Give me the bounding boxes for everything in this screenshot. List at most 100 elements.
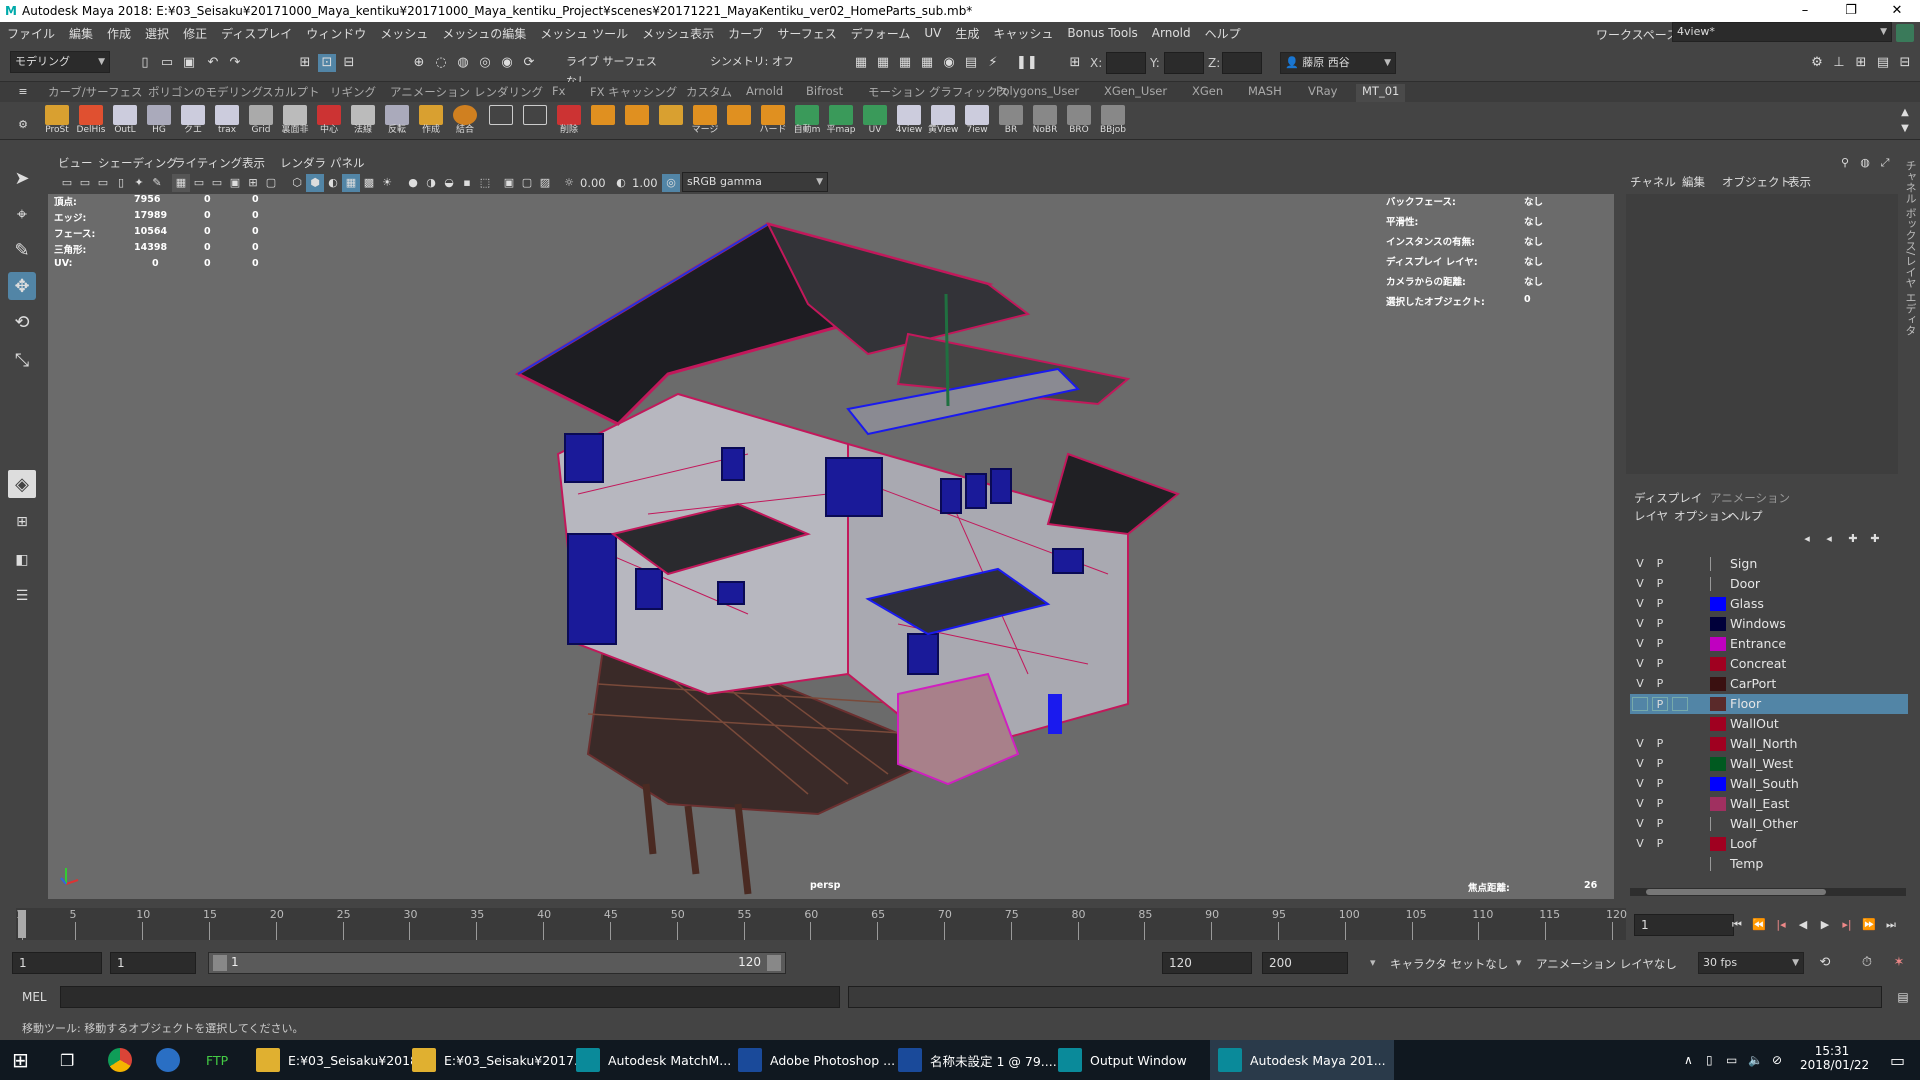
- attribute-editor-icon[interactable]: ⊥: [1830, 54, 1848, 72]
- render-sequence-icon[interactable]: ▦: [874, 54, 892, 72]
- select-component-icon[interactable]: ⊟: [340, 54, 358, 72]
- save-scene-icon[interactable]: ▣: [180, 54, 198, 72]
- visibility-toggle[interactable]: [1632, 857, 1648, 871]
- display-type-toggle[interactable]: [1672, 797, 1688, 811]
- y-field[interactable]: [1164, 52, 1204, 74]
- side-tabs[interactable]: チャネル ボックス/レイヤ エディタ: [1898, 160, 1918, 620]
- undo-icon[interactable]: ↶: [204, 54, 222, 72]
- playback-toggle[interactable]: [1652, 857, 1668, 871]
- start-time-field[interactable]: 1: [12, 952, 102, 974]
- outliner-layout-icon[interactable]: ☰: [8, 582, 36, 610]
- xray-components-icon[interactable]: ▨: [536, 174, 554, 192]
- menu-edit-mesh[interactable]: メッシュの編集: [435, 25, 533, 42]
- tab-mt-01[interactable]: MT_01: [1356, 84, 1406, 102]
- tab-fx-caching[interactable]: FX キャッシング: [590, 84, 677, 102]
- rotate-tool-icon[interactable]: ⟲: [8, 308, 36, 336]
- tab-xgen[interactable]: XGen: [1192, 84, 1223, 102]
- shelf-button-cut[interactable]: [656, 105, 686, 139]
- new-scene-icon[interactable]: ▯: [136, 54, 154, 72]
- tab-animation[interactable]: アニメーション: [390, 84, 470, 102]
- layer-menu-layers[interactable]: レイヤ: [1634, 508, 1668, 524]
- visibility-toggle[interactable]: V: [1632, 557, 1648, 571]
- visibility-toggle[interactable]: V: [1632, 837, 1648, 851]
- shelf-button-grid[interactable]: Grid: [246, 105, 276, 139]
- shelf-button-hand[interactable]: [724, 105, 754, 139]
- layer-menu-help[interactable]: ヘルプ: [1728, 508, 1763, 524]
- four-view-layout-icon[interactable]: ⊞: [8, 508, 36, 536]
- shelf-button-combine[interactable]: 結合: [450, 105, 480, 139]
- menu-create[interactable]: 作成: [100, 25, 138, 42]
- shelf-button-trax[interactable]: trax: [212, 105, 242, 139]
- layer-tab-display[interactable]: ディスプレイ: [1634, 490, 1702, 506]
- go-to-start-icon[interactable]: ⏮: [1728, 916, 1746, 934]
- menu-arnold[interactable]: Arnold: [1145, 26, 1198, 40]
- bookmark-icon[interactable]: ▭: [94, 174, 112, 192]
- shelf-button-backface[interactable]: 裏面非: [280, 105, 310, 139]
- menu-mesh[interactable]: メッシュ: [373, 25, 435, 42]
- display-type-toggle[interactable]: [1672, 857, 1688, 871]
- channel-box-area[interactable]: [1626, 194, 1898, 474]
- step-forward-frame-icon[interactable]: ▸|: [1838, 916, 1856, 934]
- shelf-button-br[interactable]: BR: [996, 105, 1026, 139]
- shelf-button-prost[interactable]: ProSt: [42, 105, 72, 139]
- shelf-button-bro[interactable]: BRO: [1064, 105, 1094, 139]
- script-editor-icon[interactable]: ▤: [1894, 988, 1912, 1006]
- play-backward-icon[interactable]: ◀: [1794, 916, 1812, 934]
- tab-poly-modeling[interactable]: ポリゴンのモデリング: [148, 84, 263, 102]
- wireframe-on-shaded-icon[interactable]: ▦: [342, 174, 360, 192]
- display-type-toggle[interactable]: [1672, 657, 1688, 671]
- shelf-button-extrude[interactable]: [588, 105, 618, 139]
- step-back-frame-icon[interactable]: |◂: [1772, 916, 1790, 934]
- shelf-scroll-down-icon[interactable]: ▼: [1896, 120, 1914, 138]
- taskbar-photoshop[interactable]: Adobe Photoshop ...: [738, 1040, 895, 1080]
- tab-arnold[interactable]: Arnold: [746, 84, 783, 102]
- shelf-button-split-a[interactable]: [486, 105, 516, 139]
- fps-dropdown[interactable]: 30 fps ▼: [1698, 952, 1804, 974]
- shelf-button-4view[interactable]: 4view: [894, 105, 924, 139]
- tray-tablet-icon[interactable]: ▯: [1706, 1040, 1713, 1080]
- time-slider[interactable]: 1510152025303540455055606570758085909510…: [0, 904, 1920, 946]
- list-item[interactable]: V P Glass: [1630, 594, 1908, 614]
- grid-toggle-icon[interactable]: ▦: [172, 174, 190, 192]
- lights-icon[interactable]: ☀: [378, 174, 396, 192]
- layer-color-swatch[interactable]: [1710, 737, 1726, 751]
- tab-motion-graphics[interactable]: モーション グラフィックス: [868, 84, 1009, 102]
- notifications-icon[interactable]: ▭: [1890, 1040, 1905, 1080]
- xray-icon[interactable]: ▣: [500, 174, 518, 192]
- vp-menu-panels[interactable]: パネル: [330, 155, 365, 171]
- task-view-icon[interactable]: ❐: [60, 1040, 74, 1080]
- range-start-handle[interactable]: [213, 955, 227, 971]
- shelf-button-bbjob[interactable]: BBjob: [1098, 105, 1128, 139]
- visibility-toggle[interactable]: V: [1632, 617, 1648, 631]
- visibility-toggle[interactable]: V: [1632, 637, 1648, 651]
- ftp-icon[interactable]: FTP: [206, 1040, 228, 1080]
- tab-bifrost[interactable]: Bifrost: [806, 84, 843, 102]
- vp-menu-shading[interactable]: シェーディング: [98, 155, 178, 171]
- resolution-gate-icon[interactable]: ▭: [208, 174, 226, 192]
- exposure-icon[interactable]: ☼: [560, 174, 578, 192]
- playback-toggle[interactable]: P: [1652, 817, 1668, 831]
- shelf-button-delete[interactable]: 削除: [554, 105, 584, 139]
- menu-uv[interactable]: UV: [917, 26, 948, 40]
- playback-toggle[interactable]: P: [1652, 777, 1668, 791]
- ipr-render-icon[interactable]: ▦: [896, 54, 914, 72]
- menu-windows[interactable]: ウィンドウ: [299, 25, 373, 42]
- motion-blur-icon[interactable]: ◒: [440, 174, 458, 192]
- visibility-toggle[interactable]: V: [1632, 757, 1648, 771]
- tool-toggle-icon[interactable]: ⤢: [1876, 154, 1894, 172]
- range-slider-bar[interactable]: 1 120: [208, 952, 786, 974]
- list-item[interactable]: V P Entrance: [1630, 634, 1908, 654]
- xray-joints-icon[interactable]: ▢: [518, 174, 536, 192]
- modeling-toolkit-icon[interactable]: ⚙: [1808, 54, 1826, 72]
- display-type-toggle[interactable]: [1672, 597, 1688, 611]
- current-time-marker[interactable]: [18, 910, 26, 938]
- menu-mesh-tools[interactable]: メッシュ ツール: [533, 25, 635, 42]
- list-item[interactable]: V P Wall_East: [1630, 794, 1908, 814]
- gamma-icon[interactable]: ◐: [612, 174, 630, 192]
- list-item[interactable]: WallOut: [1630, 714, 1908, 734]
- anim-prefs-icon[interactable]: ✶: [1890, 954, 1908, 972]
- list-item[interactable]: P Floor: [1630, 694, 1908, 714]
- visibility-toggle[interactable]: V: [1632, 657, 1648, 671]
- playback-toggle[interactable]: P: [1652, 677, 1668, 691]
- list-item[interactable]: V P Wall_Other: [1630, 814, 1908, 834]
